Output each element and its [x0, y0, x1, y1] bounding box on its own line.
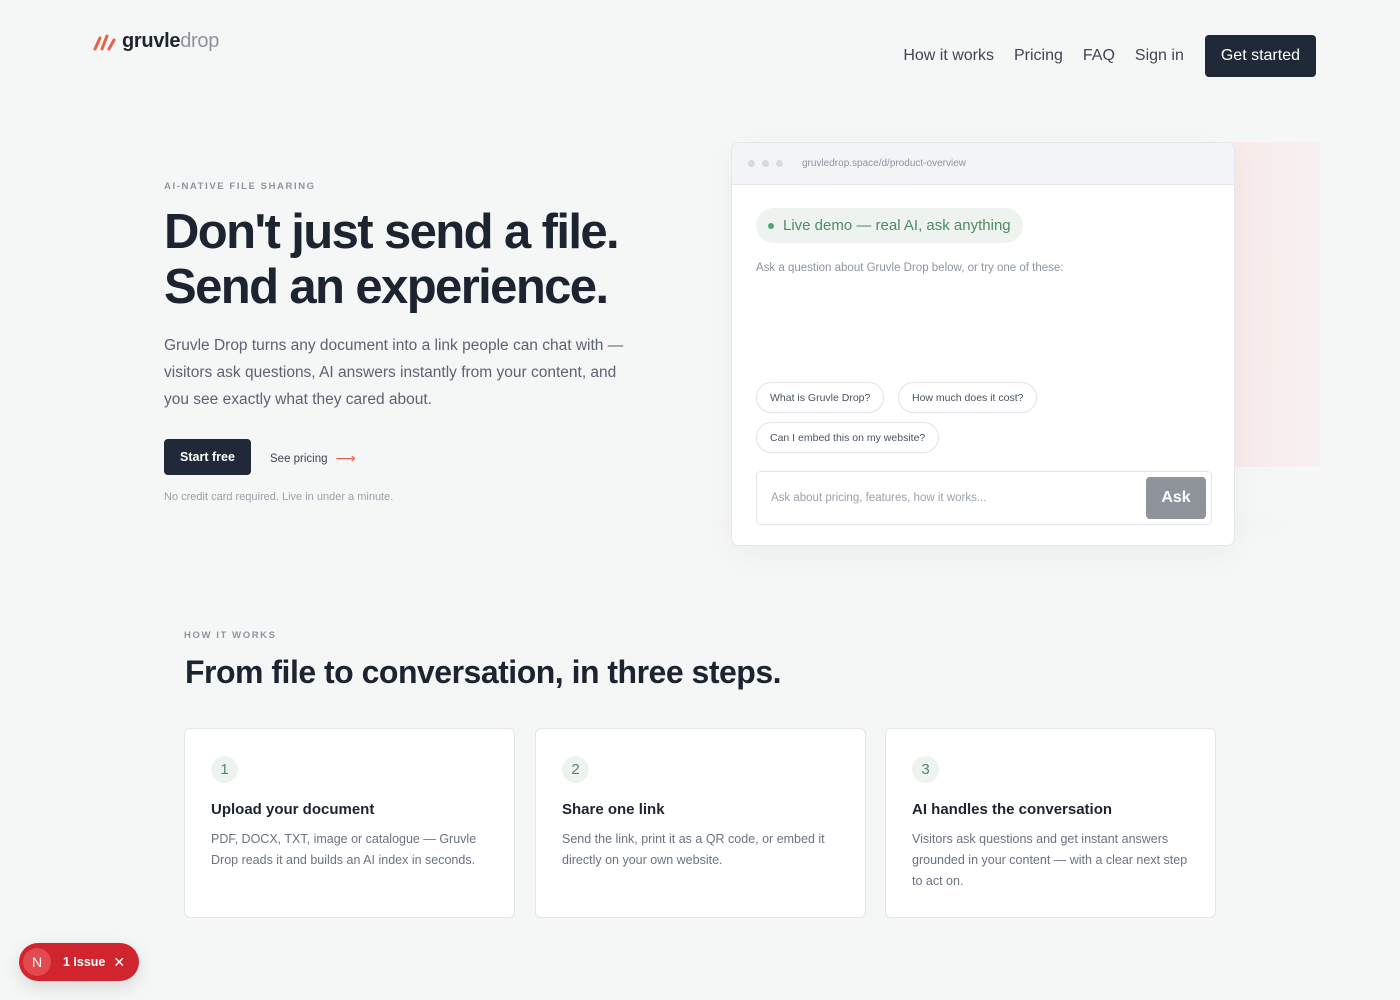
start-free-button[interactable]: Start free	[164, 439, 251, 475]
hero-eyebrow: AI-NATIVE FILE SHARING	[164, 181, 316, 192]
see-pricing-link[interactable]: See pricing ⟶	[270, 450, 356, 467]
issues-badge[interactable]: N 1 Issue ✕	[19, 943, 139, 981]
browser-bar: gruvledrop.space/d/product-overview	[732, 143, 1234, 185]
hero-title-line2: Send an experience.	[164, 260, 609, 314]
window-dot-icon	[748, 160, 755, 167]
suggestion-chip[interactable]: How much does it cost?	[898, 382, 1038, 413]
ask-form: Ask	[756, 471, 1212, 525]
step-description: Send the link, print it as a QR code, or…	[562, 832, 825, 867]
how-it-works-eyebrow: HOW IT WORKS	[184, 630, 277, 641]
step-title: AI handles the conversation	[912, 801, 1113, 818]
live-demo-badge: Live demo — real AI, ask anything	[756, 208, 1023, 243]
issues-label: 1 Issue	[63, 955, 106, 969]
brand-name: gruvledrop	[122, 30, 220, 52]
step-number: 2	[562, 756, 589, 783]
suggestion-chip[interactable]: What is Gruvle Drop?	[756, 382, 885, 413]
step-card: 2 Share one link Send the link, print it…	[535, 728, 866, 918]
nav-pricing[interactable]: Pricing	[1014, 47, 1063, 65]
nav-sign-in[interactable]: Sign in	[1135, 47, 1184, 65]
step-card: 3 AI handles the conversation Visitors a…	[885, 728, 1216, 918]
browser-url: gruvledrop.space/d/product-overview	[802, 158, 966, 169]
nav-how-it-works[interactable]: How it works	[903, 47, 994, 65]
live-status-dot-icon	[768, 222, 774, 229]
ask-input[interactable]	[771, 472, 1131, 524]
see-pricing-label: See pricing	[270, 452, 328, 465]
top-nav: How it works Pricing FAQ Sign in Get sta…	[903, 35, 1316, 77]
hero-title-line1: Don't just send a file.	[164, 205, 620, 259]
nav-faq[interactable]: FAQ	[1083, 47, 1115, 65]
hero-description: Gruvle Drop turns any document into a li…	[164, 337, 624, 408]
step-title: Share one link	[562, 801, 665, 818]
how-it-works-title: From file to conversation, in three step…	[185, 654, 782, 690]
suggestion-chip[interactable]: Can I embed this on my website?	[756, 422, 940, 453]
step-title: Upload your document	[211, 801, 375, 818]
window-dot-icon	[776, 160, 783, 167]
demo-intro-text: Ask a question about Gruvle Drop below, …	[756, 262, 1064, 274]
get-started-button[interactable]: Get started	[1204, 35, 1316, 77]
live-demo-window: gruvledrop.space/d/product-overview Live…	[731, 142, 1235, 546]
ask-button[interactable]: Ask	[1146, 477, 1206, 519]
slash-bars-icon	[93, 34, 116, 50]
step-description: PDF, DOCX, TXT, image or catalogue — Gru…	[211, 832, 477, 867]
step-number: 3	[912, 756, 939, 783]
step-number: 1	[211, 756, 238, 783]
hero-note: No credit card required. Live in under a…	[164, 491, 394, 503]
brand-logo[interactable]: gruvledrop	[93, 30, 219, 53]
window-dot-icon	[762, 160, 769, 167]
close-icon[interactable]: ✕	[113, 954, 125, 971]
issues-avatar: N	[23, 948, 51, 976]
step-card: 1 Upload your document PDF, DOCX, TXT, i…	[184, 728, 515, 918]
hero-title: Don't just send a file. Send an experien…	[164, 205, 724, 315]
arrow-right-icon: ⟶	[335, 450, 356, 466]
live-demo-label: Live demo — real AI, ask anything	[783, 217, 1011, 234]
step-description: Visitors ask questions and get instant a…	[912, 832, 1188, 888]
